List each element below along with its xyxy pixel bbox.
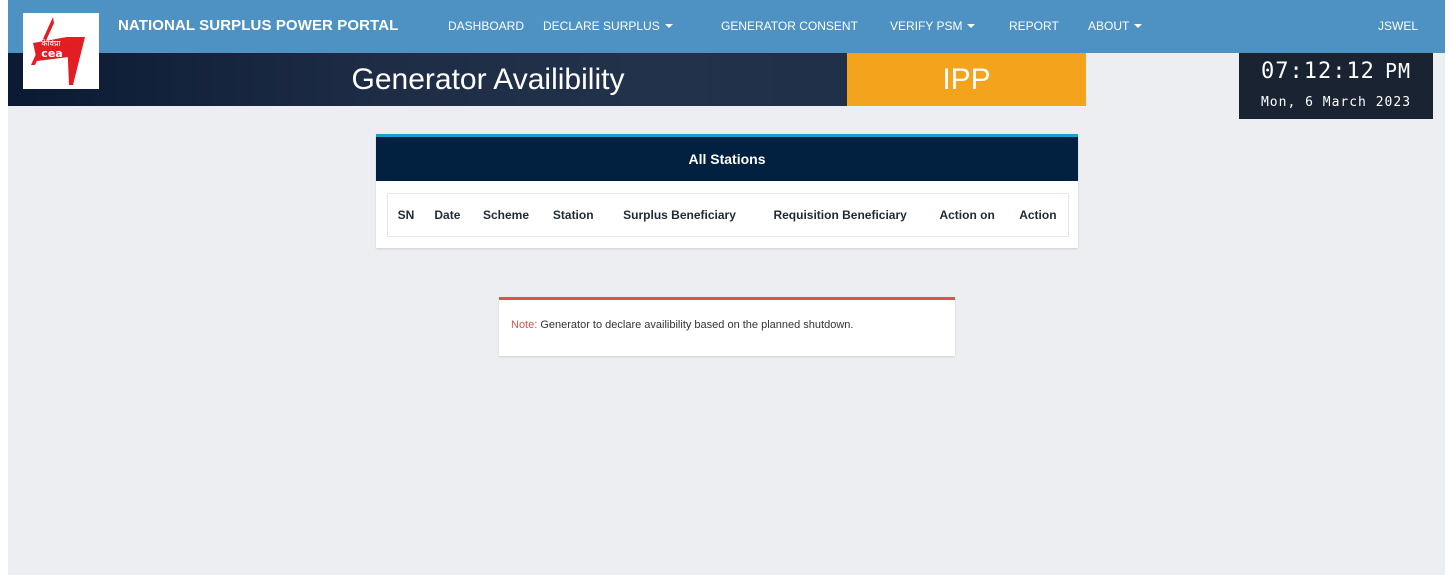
clock-time-row: 07:12:12 PM — [1239, 59, 1433, 84]
column-header-surplus-beneficiary[interactable]: Surplus Beneficiary — [605, 194, 754, 236]
title-strip: Generator Availibility IPP — [8, 53, 1086, 106]
note-text: Generator to declare availibility based … — [537, 319, 854, 331]
top-navbar: NATIONAL SURPLUS POWER PORTAL DASHBOARD … — [8, 0, 1445, 53]
column-header-action-on[interactable]: Action on — [927, 194, 1008, 236]
nav-generator-consent-label: GENERATOR CONSENT — [721, 19, 858, 33]
nav-dashboard[interactable]: DASHBOARD — [448, 19, 524, 33]
nav-report-label: REPORT — [1009, 19, 1059, 33]
clock-ampm: PM — [1384, 59, 1412, 83]
caret-down-icon — [967, 24, 976, 28]
clock-date: Mon, 6 March 2023 — [1260, 95, 1412, 110]
column-header-requisition-beneficiary[interactable]: Requisition Beneficiary — [754, 194, 927, 236]
all-stations-card: All Stations SN Date Scheme Station Surp… — [376, 134, 1078, 248]
column-header-action[interactable]: Action — [1008, 194, 1068, 236]
nav-verify-psm-label: VERIFY PSM — [890, 19, 963, 33]
column-header-sn[interactable]: SN — [388, 194, 424, 236]
caret-down-icon — [1134, 24, 1143, 28]
nav-about-label: ABOUT — [1088, 19, 1130, 33]
table-header-row: SN Date Scheme Station Surplus Beneficia… — [388, 194, 1068, 236]
all-stations-title: All Stations — [376, 137, 1078, 181]
page-title: Generator Availibility — [351, 63, 625, 96]
clock-time: 07:12:12 — [1260, 59, 1375, 84]
note-box: Note: Generator to declare availibility … — [499, 297, 955, 356]
nav-user-menu[interactable]: JSWEL — [1378, 19, 1418, 33]
nav-dashboard-label: DASHBOARD — [448, 19, 525, 33]
nav-declare-surplus-label: DECLARE SURPLUS — [543, 19, 660, 33]
column-header-date[interactable]: Date — [424, 194, 471, 236]
column-header-station[interactable]: Station — [541, 194, 605, 236]
nav-declare-surplus[interactable]: DECLARE SURPLUS — [543, 19, 673, 33]
portal-brand[interactable]: NATIONAL SURPLUS POWER PORTAL — [118, 17, 398, 34]
digital-clock: 07:12:12 PM Mon, 6 March 2023 — [1239, 53, 1433, 119]
nav-verify-psm[interactable]: VERIFY PSM — [890, 19, 976, 33]
nav-generator-consent[interactable]: GENERATOR CONSENT — [721, 19, 858, 33]
cea-logo-icon: केविप्रा cea — [31, 17, 85, 85]
caret-down-icon — [664, 24, 673, 28]
note-message: Note: Generator to declare availibility … — [511, 319, 853, 331]
user-name: JSWEL — [1378, 19, 1419, 33]
column-header-scheme[interactable]: Scheme — [471, 194, 541, 236]
nav-report[interactable]: REPORT — [1009, 19, 1059, 33]
page: NATIONAL SURPLUS POWER PORTAL DASHBOARD … — [8, 0, 1445, 575]
note-label: Note: — [511, 319, 538, 331]
cea-logo[interactable]: केविप्रा cea — [23, 13, 99, 89]
stations-table: SN Date Scheme Station Surplus Beneficia… — [388, 194, 1068, 236]
nav-about[interactable]: ABOUT — [1088, 19, 1143, 33]
logo-english-text: cea — [41, 47, 62, 60]
stations-table-wrapper: SN Date Scheme Station Surplus Beneficia… — [387, 193, 1069, 237]
ipp-badge: IPP — [847, 53, 1086, 106]
